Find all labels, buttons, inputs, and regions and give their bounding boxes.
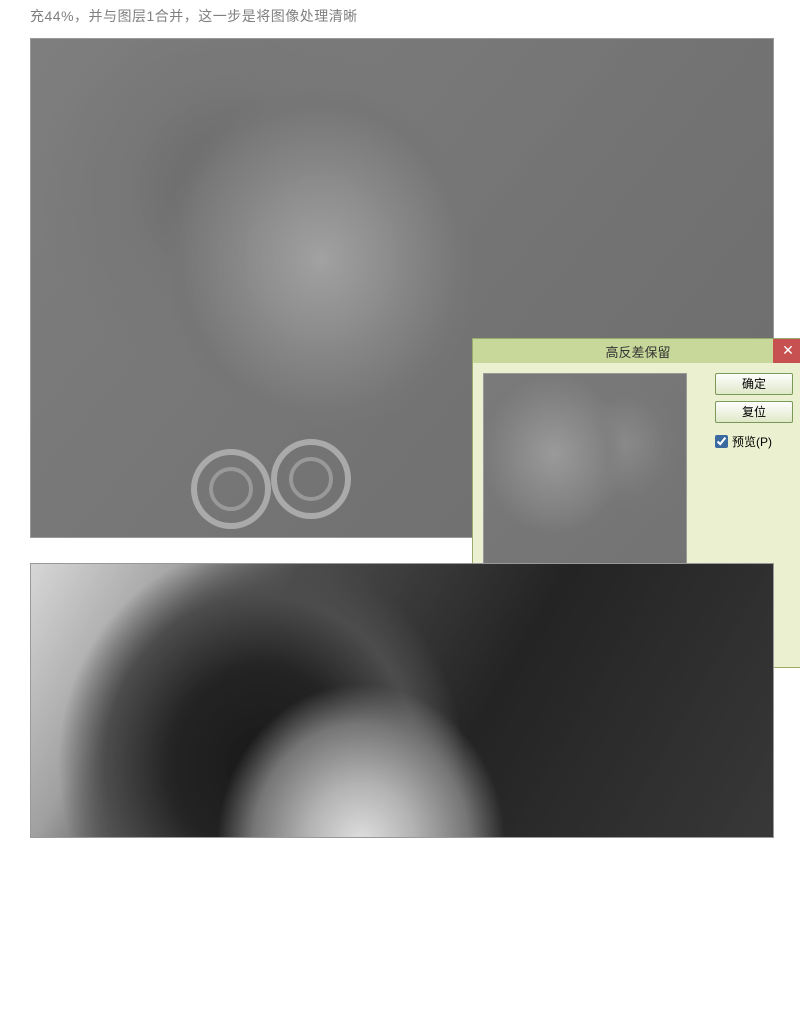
image-placeholder (484, 374, 686, 576)
tutorial-figure: 图层 路径 通道 叠加 不透明度: ▸ 锁定: ▦ ✎ ✥ 🔒 填充: ▸ (30, 38, 800, 538)
preview-checkbox-row[interactable]: 预览(P) (715, 433, 772, 450)
filter-preview[interactable] (483, 373, 687, 577)
close-button[interactable]: ✕ (773, 339, 800, 363)
dialog-titlebar: 高反差保留 ✕ (473, 339, 800, 363)
close-icon: ✕ (782, 342, 794, 358)
decorative-swirl (191, 449, 271, 529)
image-placeholder (31, 564, 773, 837)
ok-button[interactable]: 确定 (715, 373, 793, 395)
decorative-swirl (271, 439, 351, 519)
preview-checkbox[interactable] (715, 435, 728, 448)
preview-label: 预览(P) (732, 433, 772, 450)
dialog-title: 高反差保留 (605, 342, 670, 361)
reset-button[interactable]: 复位 (715, 401, 793, 423)
result-image (30, 563, 774, 838)
intro-text: 充44%，并与图层1合并，这一步是将图像处理清晰 (0, 0, 800, 34)
